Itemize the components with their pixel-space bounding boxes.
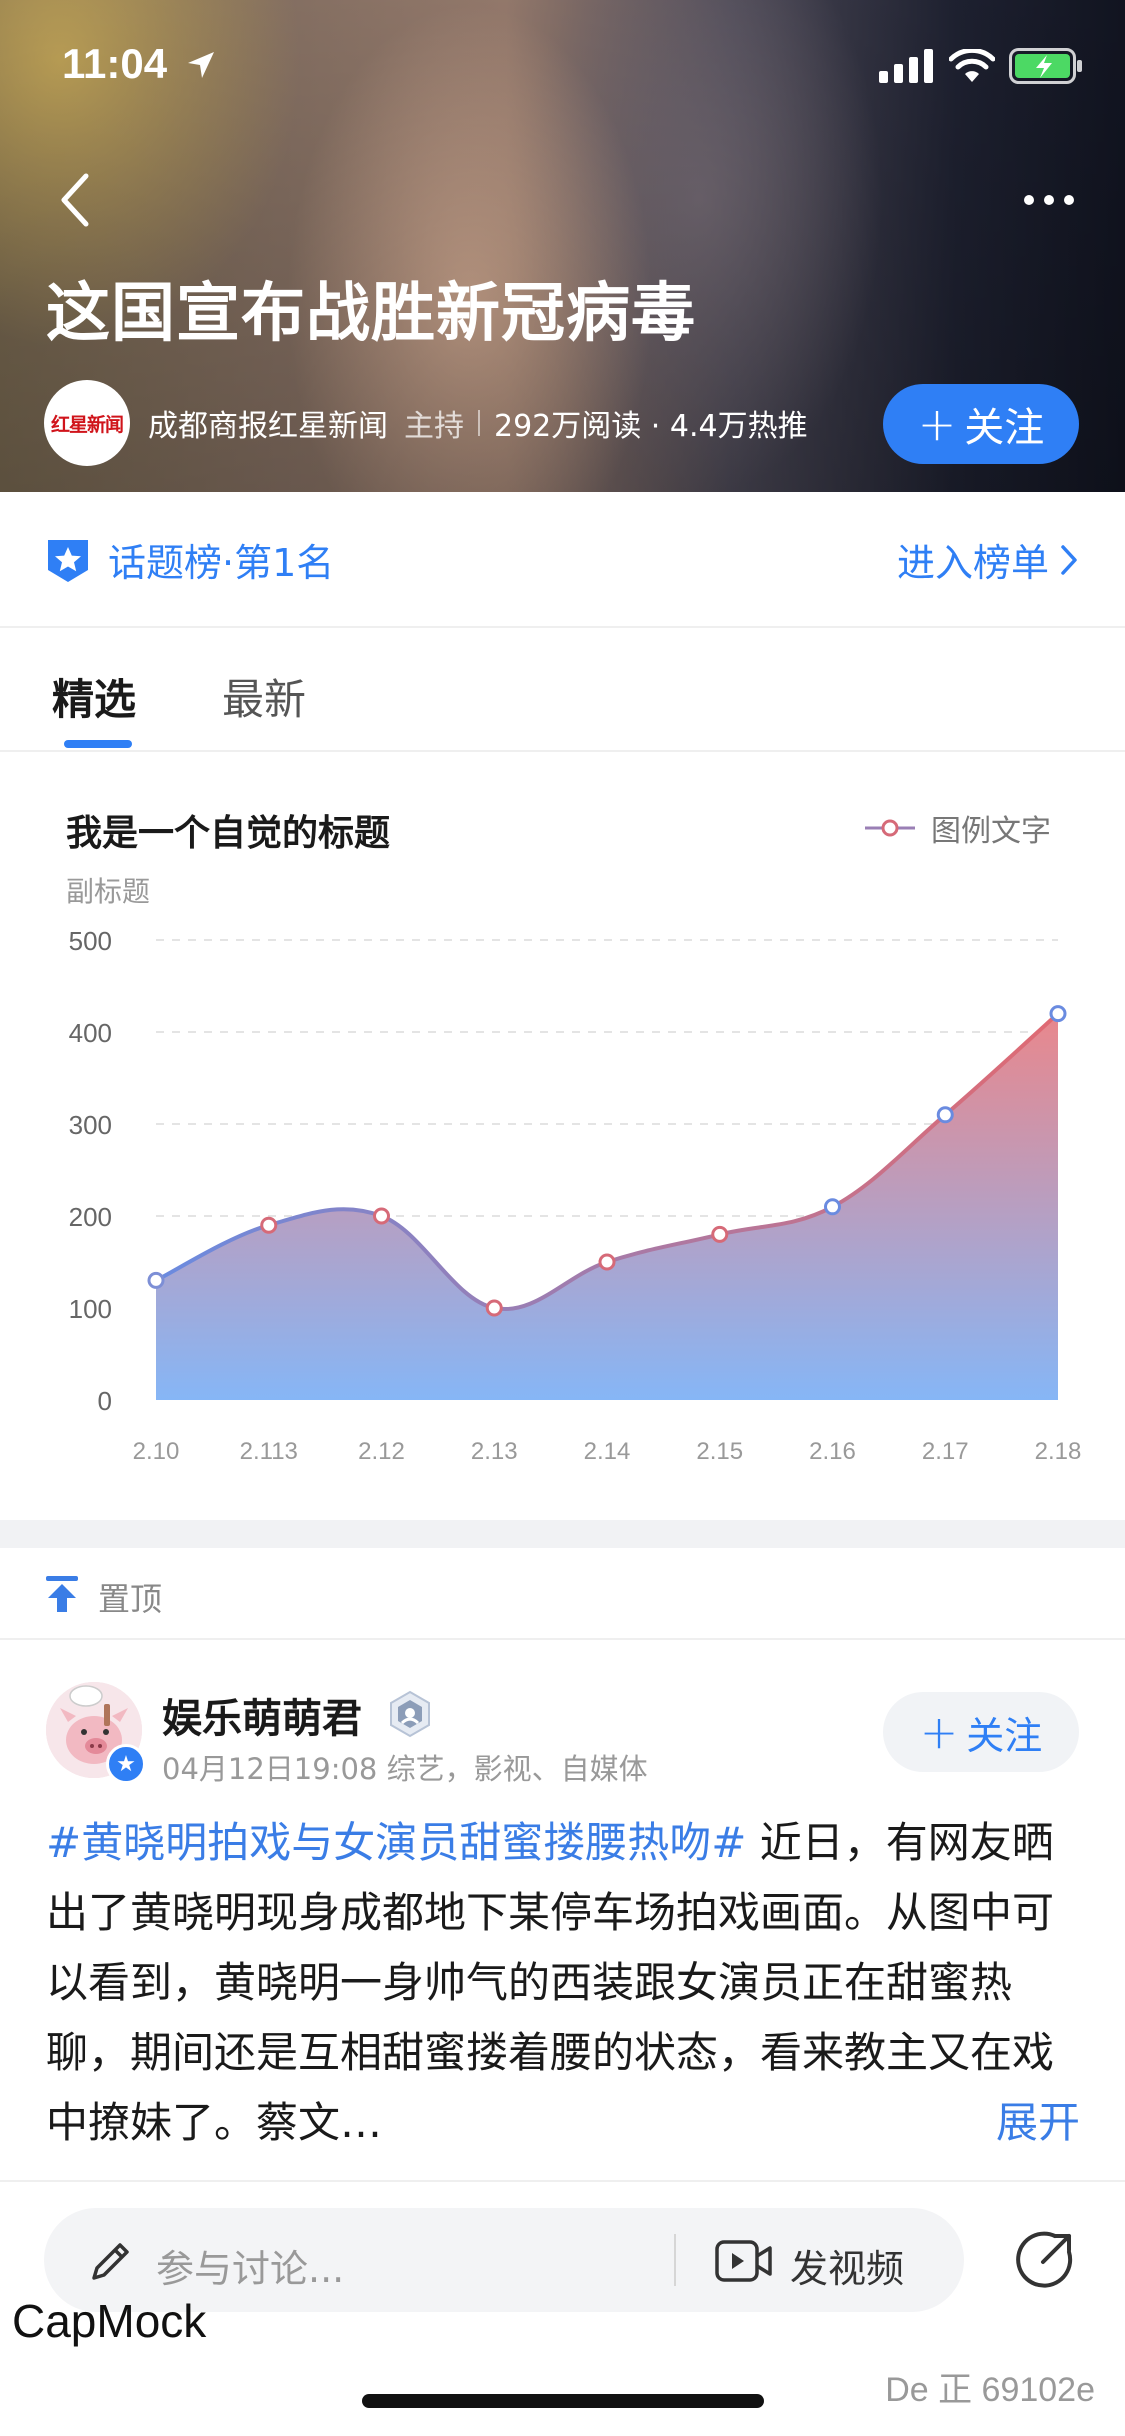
comment-placeholder: 参与讨论... bbox=[156, 2247, 345, 2291]
legend-line-marker-icon bbox=[865, 819, 915, 837]
x-tick-label: 2.10 bbox=[133, 1438, 180, 1465]
chevron-right-icon bbox=[1061, 544, 1077, 575]
active-tab-indicator bbox=[64, 740, 132, 748]
more-options-icon[interactable] bbox=[1019, 180, 1079, 220]
x-tick-label: 2.113 bbox=[240, 1438, 298, 1465]
data-point[interactable] bbox=[260, 1216, 278, 1234]
legend-label: 图例文字 bbox=[931, 814, 1051, 849]
y-tick-label: 500 bbox=[69, 926, 112, 956]
data-point[interactable] bbox=[147, 1271, 165, 1289]
pen-icon bbox=[92, 2243, 129, 2280]
x-tick-label: 2.15 bbox=[696, 1438, 743, 1465]
host-logo-text: 红星新闻 bbox=[50, 413, 124, 436]
data-point[interactable] bbox=[1049, 1005, 1067, 1023]
chart-subtitle: 副标题 bbox=[66, 875, 151, 908]
tab-featured[interactable]: 精选 bbox=[52, 666, 136, 727]
watermark-capmock: CapMock bbox=[12, 2295, 207, 2347]
post-hashtag[interactable]: #黄晓明拍戏与女演员甜蜜搂腰热吻# bbox=[46, 1818, 746, 1867]
verified-star-icon: ★ bbox=[106, 1744, 146, 1784]
topic-title: 这国宣布战胜新冠病毒 bbox=[46, 277, 696, 351]
data-point[interactable] bbox=[598, 1253, 616, 1271]
y-tick-label: 400 bbox=[69, 1018, 112, 1048]
chart-card: 500 400 300 200 100 0 2.10 2.113 2.12 2.13 2.14 2.… bbox=[0, 754, 1125, 1520]
post-text: 近日，有网友晒出了黄晓明现身成都地下某停车场拍戏画面。从图中可以看到，黄晓明一身… bbox=[46, 1818, 1055, 2147]
post-video-button[interactable]: 发视频 bbox=[790, 2238, 904, 2293]
enter-ranking-label: 进入榜单 bbox=[896, 541, 1049, 585]
home-indicator[interactable] bbox=[362, 2394, 764, 2408]
data-point[interactable] bbox=[711, 1225, 729, 1243]
chart-title: 我是一个自觉的标题 bbox=[66, 813, 391, 854]
plus-icon: + bbox=[917, 397, 957, 451]
back-chevron-icon[interactable] bbox=[52, 170, 102, 230]
plus-icon: + bbox=[919, 1705, 959, 1759]
data-point[interactable] bbox=[824, 1198, 841, 1216]
x-tick-label: 2.14 bbox=[584, 1438, 631, 1465]
feed-tabs: 精选 最新 bbox=[0, 630, 1125, 752]
avatar[interactable]: ★ bbox=[46, 1682, 146, 1784]
author-name[interactable]: 娱乐萌萌君 bbox=[162, 1686, 362, 1744]
follow-label: 关注 bbox=[966, 1713, 1043, 1758]
battery-charging-icon bbox=[1009, 48, 1082, 84]
ranking-label: 话题榜·第1名 bbox=[108, 541, 335, 585]
ranking-star-badge-icon bbox=[48, 540, 88, 582]
y-tick-label: 300 bbox=[69, 1110, 112, 1140]
post-body[interactable]: #黄晓明拍戏与女演员甜蜜搂腰热吻# 近日，有网友晒出了黄晓明现身成都地下某停车场… bbox=[46, 1808, 1080, 2158]
enter-ranking-link[interactable]: 进入榜单 bbox=[897, 532, 1079, 587]
data-point[interactable] bbox=[373, 1207, 390, 1225]
x-tick-label: 2.16 bbox=[809, 1438, 856, 1465]
x-tick-label: 2.17 bbox=[922, 1438, 969, 1465]
share-icon[interactable] bbox=[1015, 2230, 1075, 2290]
cellular-signal-icon bbox=[879, 49, 933, 83]
expand-link[interactable]: 展开 bbox=[975, 2088, 1080, 2158]
section-divider bbox=[0, 1520, 1125, 1548]
pinned-row: 置顶 bbox=[0, 1548, 1125, 1640]
location-arrow-icon bbox=[188, 52, 214, 78]
follow-author-button[interactable]: + 关注 bbox=[883, 1692, 1079, 1772]
area-chart: 500 400 300 200 100 0 2.10 2.113 2.12 2.13 2.14 2.… bbox=[69, 926, 1082, 1465]
follow-topic-button[interactable]: + 关注 bbox=[883, 384, 1079, 464]
follow-label: 关注 bbox=[964, 405, 1045, 451]
topic-stats: 292万阅读 · 4.4万热推 bbox=[494, 409, 808, 444]
wifi-icon bbox=[949, 49, 995, 82]
host-role: 主持 bbox=[404, 409, 464, 444]
post-card: ★ 娱乐萌萌君 04月12日19:08 综艺，影视、自媒体 + 关注 #黄晓明拍… bbox=[0, 1642, 1125, 2180]
x-tick-label: 2.18 bbox=[1035, 1438, 1082, 1465]
post-meta: 04月12日19:08 综艺，影视、自媒体 bbox=[162, 1752, 648, 1786]
data-point[interactable] bbox=[936, 1106, 954, 1124]
watermark-code: De 正 69102e bbox=[885, 2371, 1095, 2409]
host-name[interactable]: 成都商报红星新闻 bbox=[148, 401, 388, 445]
pinned-label: 置顶 bbox=[98, 1580, 163, 1618]
y-tick-label: 100 bbox=[69, 1294, 112, 1324]
video-camera-icon[interactable] bbox=[714, 2236, 774, 2286]
x-tick-label: 2.12 bbox=[358, 1438, 405, 1465]
divider bbox=[674, 2234, 676, 2286]
data-point[interactable] bbox=[485, 1299, 503, 1317]
tab-latest[interactable]: 最新 bbox=[222, 666, 306, 727]
creator-level-badge-icon bbox=[390, 1690, 430, 1738]
pin-to-top-icon bbox=[46, 1576, 78, 1612]
ranking-row[interactable]: 话题榜·第1名 进入榜单 bbox=[0, 492, 1125, 628]
divider bbox=[478, 410, 480, 436]
series-area-fill bbox=[156, 1013, 1058, 1400]
status-time: 11:04 bbox=[62, 40, 168, 87]
x-tick-label: 2.13 bbox=[471, 1438, 518, 1465]
host-logo[interactable]: 红星新闻 bbox=[44, 380, 130, 466]
chart-legend: 图例文字 bbox=[865, 806, 1051, 850]
y-tick-label: 200 bbox=[69, 1202, 112, 1232]
status-bar: 11:04 bbox=[0, 0, 1125, 132]
y-tick-label: 0 bbox=[98, 1386, 112, 1416]
topic-header: 11:04 这国宣布战胜新冠病毒 红星新闻 成都商报红星新闻 主持 292万阅读… bbox=[0, 0, 1125, 492]
